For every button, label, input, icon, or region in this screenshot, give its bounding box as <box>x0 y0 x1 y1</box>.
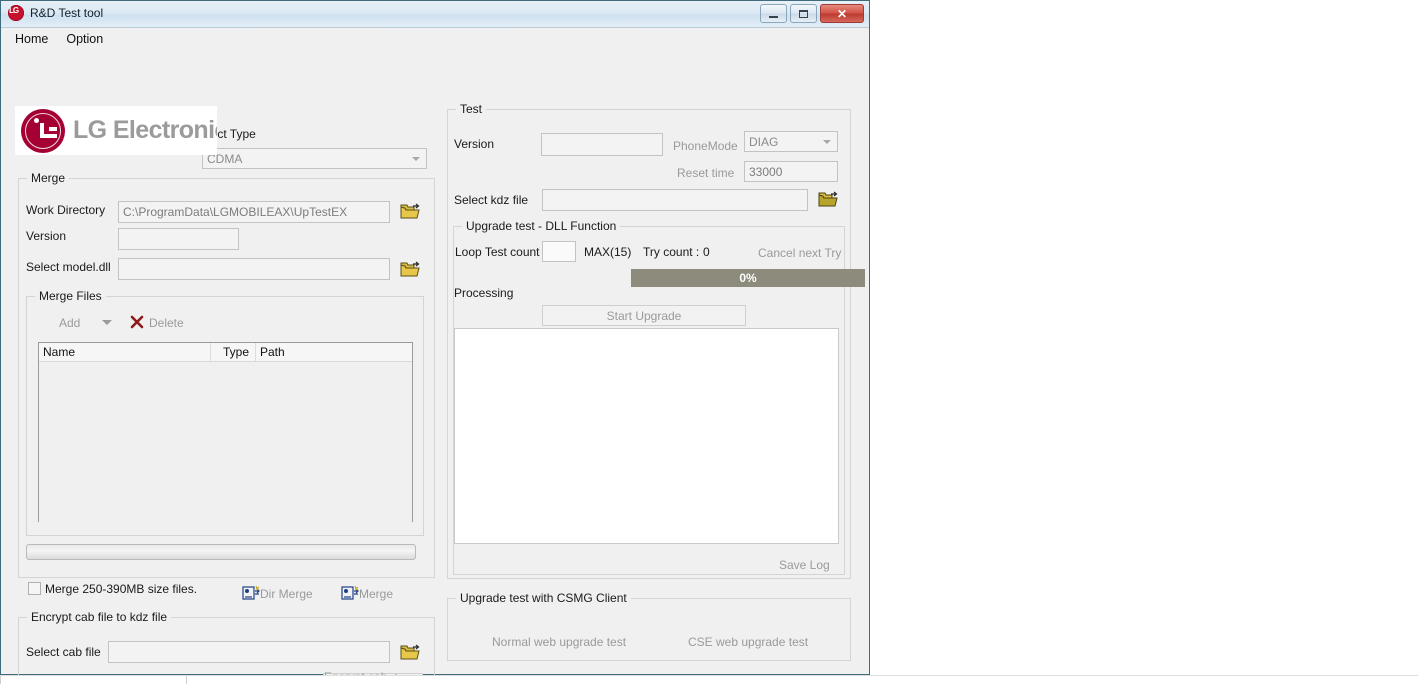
menu-item-home[interactable]: Home <box>7 30 56 48</box>
menu-bar: Home Option <box>1 28 869 51</box>
select-model-dll-browse-icon[interactable] <box>400 261 420 278</box>
select-kdz-browse-icon[interactable] <box>818 191 838 208</box>
lg-electronics-banner: LG Electronics <box>15 106 217 155</box>
title-bar-left: R&D Test tool <box>8 5 103 21</box>
select-cab-label: Select cab file <box>26 645 101 659</box>
test-version-label: Version <box>454 137 495 151</box>
screen-root: R&D Test tool ✕ Home Option lect Type CD <box>0 0 1418 684</box>
lg-logo-mouth <box>40 133 57 138</box>
merge-files-listview[interactable]: Name Type Path <box>38 342 413 522</box>
select-model-dll-input[interactable] <box>118 258 390 280</box>
delete-button[interactable]: Delete <box>149 316 184 330</box>
lg-logo-mark-icon <box>21 108 65 153</box>
test-version-input[interactable] <box>541 133 663 156</box>
phone-mode-combobox[interactable]: DIAG <box>744 131 838 152</box>
phone-mode-label: PhoneMode <box>673 139 738 153</box>
add-button[interactable]: Add <box>59 316 80 330</box>
select-kdz-label: Select kdz file <box>454 193 529 207</box>
select-model-dll-label: Select model.dll <box>26 260 111 274</box>
merge-progress-bar <box>26 544 416 560</box>
window-title: R&D Test tool <box>30 6 104 20</box>
maximize-icon <box>799 9 808 18</box>
minimize-button[interactable] <box>760 4 787 23</box>
upgrade-progress-bar: 0% <box>631 269 865 287</box>
title-bar: R&D Test tool ✕ <box>1 0 869 28</box>
processing-label: Processing <box>454 286 514 300</box>
csmg-group-legend: Upgrade test with CSMG Client <box>456 591 631 605</box>
app-window: R&D Test tool ✕ Home Option lect Type CD <box>0 0 870 684</box>
upgrade-log-box[interactable] <box>454 328 839 544</box>
client-area: lect Type CDMA Merge Work Directory C:\P… <box>1 51 869 684</box>
lg-logo-icon <box>8 5 24 21</box>
cse-web-upgrade-test-button[interactable]: CSE web upgrade test <box>688 635 808 649</box>
desktop-tick <box>186 676 187 684</box>
try-count-label: Try count : <box>643 245 700 259</box>
lg-electronics-wordmark: LG Electronics <box>73 116 217 144</box>
merge-group-legend: Merge <box>27 171 70 185</box>
minimize-icon <box>769 15 778 18</box>
cancel-next-try-button[interactable]: Cancel next Try <box>758 246 841 260</box>
select-kdz-input[interactable] <box>542 189 808 211</box>
merge-button[interactable]: Merge <box>359 587 393 601</box>
normal-web-upgrade-test-button[interactable]: Normal web upgrade test <box>492 635 626 649</box>
lg-logo-eye <box>34 117 39 123</box>
merge-size-files-checkbox[interactable] <box>28 582 41 595</box>
lg-logo-jaw <box>49 126 57 131</box>
column-header-path[interactable]: Path <box>256 343 412 361</box>
dir-merge-button[interactable]: Dir Merge <box>260 587 313 601</box>
merge-files-legend: Merge Files <box>35 289 106 303</box>
x-mark-icon[interactable] <box>129 314 145 330</box>
merge-icon[interactable] <box>242 585 260 601</box>
chevron-down-icon[interactable] <box>102 320 112 325</box>
column-header-name[interactable]: Name <box>39 343 211 361</box>
desktop-bottom-strip <box>0 675 1418 684</box>
phone-mode-value: DIAG <box>749 134 779 149</box>
encrypt-group-legend: Encrypt cab file to kdz file <box>27 610 172 624</box>
dll-function-legend: Upgrade test - DLL Function <box>462 219 621 233</box>
chevron-down-icon <box>823 139 831 144</box>
desktop-divider-line <box>0 675 1418 676</box>
select-cab-input[interactable] <box>108 641 390 663</box>
desktop-tick <box>0 676 1 684</box>
csmg-group: Upgrade test with CSMG Client <box>447 591 851 661</box>
merge-files-listview-body <box>39 362 412 522</box>
menu-item-option[interactable]: Option <box>58 30 111 48</box>
work-directory-input[interactable]: C:\ProgramData\LGMOBILEAX\UpTestEX <box>118 201 390 223</box>
maximize-button[interactable] <box>790 4 817 23</box>
merge-version-input[interactable] <box>118 228 239 250</box>
merge-files-listview-header: Name Type Path <box>39 343 412 362</box>
merge-icon[interactable] <box>341 585 359 601</box>
merge-version-label: Version <box>26 229 67 243</box>
work-directory-label: Work Directory <box>26 203 106 217</box>
try-count-value: 0 <box>703 245 710 259</box>
start-upgrade-button[interactable]: Start Upgrade <box>542 305 746 326</box>
test-group-legend: Test <box>456 102 487 116</box>
chevron-down-icon <box>412 156 420 161</box>
close-window-button[interactable]: ✕ <box>820 4 864 23</box>
reset-time-label: Reset time <box>677 166 735 180</box>
loop-test-count-label: Loop Test count <box>455 245 540 259</box>
max-label: MAX(15) <box>584 245 632 259</box>
column-header-type[interactable]: Type <box>211 343 256 361</box>
work-directory-browse-icon[interactable] <box>400 203 420 220</box>
save-log-button[interactable]: Save Log <box>779 558 830 572</box>
reset-time-input[interactable]: 33000 <box>744 161 838 182</box>
window-controls: ✕ <box>760 4 864 23</box>
select-cab-browse-icon[interactable] <box>400 644 420 661</box>
select-type-combobox[interactable]: CDMA <box>202 148 427 169</box>
merge-size-files-label: Merge 250-390MB size files. <box>45 582 198 596</box>
loop-test-count-input[interactable] <box>542 241 576 262</box>
